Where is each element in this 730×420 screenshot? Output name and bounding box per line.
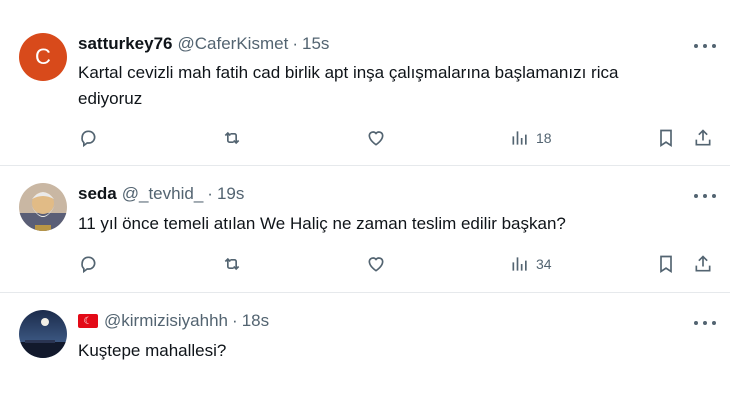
reply-icon — [81, 130, 96, 148]
like-icon — [368, 257, 384, 272]
views-icon — [512, 131, 527, 145]
like-icon — [368, 131, 384, 146]
user-name[interactable]: seda — [78, 184, 117, 204]
separator: · — [292, 34, 298, 53]
user-handle[interactable]: @CaferKismet — [178, 34, 289, 54]
user-handle[interactable]: @kirmizisiyahhh — [104, 311, 228, 331]
retweet-button[interactable] — [222, 127, 242, 149]
action-bar: 18 — [78, 127, 718, 149]
avatar-image — [19, 310, 67, 358]
separator: · — [207, 184, 213, 203]
bookmark-button[interactable] — [656, 127, 676, 149]
turkey-flag-icon: ☾ — [78, 314, 98, 328]
views-icon — [512, 257, 527, 271]
tweet-text: Kuştepe mahallesi? — [78, 341, 227, 360]
avatar[interactable] — [19, 310, 67, 358]
tweet[interactable]: ☾ @kirmizisiyahhh · 18s Kuştepe mahalles… — [0, 292, 730, 420]
share-button[interactable] — [693, 253, 713, 275]
bookmark-button[interactable] — [656, 253, 676, 275]
avatar-letter: C — [35, 44, 51, 69]
bookmark-icon — [660, 255, 672, 274]
reply-icon — [81, 256, 96, 274]
share-button[interactable] — [693, 127, 713, 149]
tweet[interactable]: seda @_tevhid_ · 19s 11 yıl önce temeli … — [0, 165, 730, 293]
user-name[interactable]: satturkey76 — [78, 34, 173, 54]
share-icon — [695, 255, 711, 272]
timestamp[interactable]: 18s — [242, 311, 269, 331]
bookmark-icon — [660, 129, 672, 148]
tweet-text: Kartal cevizli mah fatih cad birlik apt … — [78, 63, 619, 108]
views-button[interactable]: 18 — [510, 127, 552, 149]
views-button[interactable]: 34 — [510, 253, 552, 275]
timestamp[interactable]: 15s — [302, 34, 329, 54]
more-icon[interactable] — [694, 42, 716, 50]
retweet-icon — [224, 257, 240, 271]
tweet[interactable]: C satturkey76 @CaferKismet · 15s Kartal … — [0, 0, 730, 166]
reply-button[interactable] — [78, 253, 98, 275]
user-handle[interactable]: @_tevhid_ — [122, 184, 204, 204]
avatar[interactable]: C — [19, 33, 67, 81]
retweet-icon — [224, 131, 240, 145]
action-bar: 34 — [78, 253, 718, 275]
timestamp[interactable]: 19s — [217, 184, 244, 204]
more-icon[interactable] — [694, 319, 716, 327]
more-icon[interactable] — [694, 192, 716, 200]
views-count: 18 — [536, 130, 552, 146]
like-button[interactable] — [366, 127, 386, 149]
views-count: 34 — [536, 256, 552, 272]
like-button[interactable] — [366, 253, 386, 275]
reply-button[interactable] — [78, 127, 98, 149]
retweet-button[interactable] — [222, 253, 242, 275]
avatar[interactable] — [19, 183, 67, 231]
separator: · — [232, 311, 238, 330]
share-icon — [695, 129, 711, 146]
avatar-image — [19, 183, 67, 231]
tweet-text: 11 yıl önce temeli atılan We Haliç ne za… — [78, 214, 566, 233]
